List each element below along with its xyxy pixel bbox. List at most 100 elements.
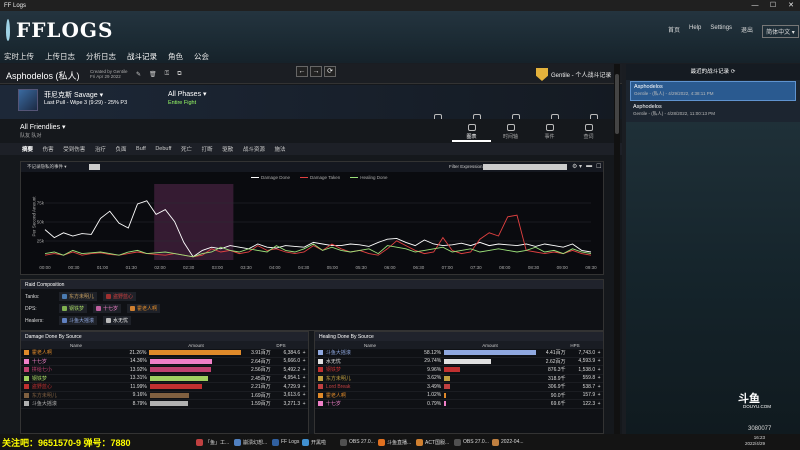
table-row[interactable]: 东方未明儿 9.16% 1.69百万 3,613.6 +	[21, 392, 308, 400]
settings-gear-icon[interactable]: ⚙ ▾	[572, 163, 582, 170]
prev-fight-button[interactable]: ←	[296, 66, 308, 77]
table-row[interactable]: 十七岁 0.79% 69.6千 122.3 +	[315, 400, 603, 409]
percent: 13.92%	[129, 366, 147, 373]
table-row[interactable]: 东方未明儿 3.62% 318.9千 559.8 +	[315, 375, 603, 383]
subnav-debuffs-neg[interactable]: 负面	[115, 145, 126, 153]
taskbar-app[interactable]: FF Logs	[270, 436, 301, 448]
table-row[interactable]: 钢铁梦 13.31% 2.45百万 4,954.1 +	[21, 375, 308, 383]
amount-bar-track	[147, 392, 241, 398]
col-dps[interactable]: DPS	[261, 343, 301, 348]
close-button[interactable]: ✕	[782, 0, 800, 11]
dps-row: DPS: 钢铁梦 十七岁 霍老人啊	[25, 304, 162, 313]
tab-events[interactable]: 事件	[530, 121, 569, 142]
lock-icon[interactable]: ⚿	[165, 71, 170, 78]
taskbar-app[interactable]: 开黑啦	[300, 436, 328, 448]
col-name[interactable]: Name	[315, 343, 425, 348]
table-row[interactable]: 水无忧 29.74% 2.62百万 4,593.9 +	[315, 358, 603, 366]
table-row[interactable]: Lord Break 3.49% 306.9千 538.7 +	[315, 383, 603, 392]
delete-icon[interactable]: 🗑	[149, 71, 157, 78]
table-row[interactable]: 钢铁梦 9.96% 876.3千 1,538.0 +	[315, 366, 603, 375]
taskbar-app[interactable]: 斗鱼直播...	[376, 436, 413, 448]
event-filter-select[interactable]: 不记录隐私的事件 ▾	[27, 164, 67, 170]
subnav-resources[interactable]: 战斗资源	[243, 145, 265, 153]
filter-expression-input[interactable]	[483, 164, 567, 170]
recent-report-item[interactable]: Asphodelos Gentile - (私人) - 4/28/2022, 1…	[630, 102, 796, 122]
phase-select[interactable]: All Phases ▾	[168, 90, 207, 98]
fflogs-logo[interactable]: FFLOGS	[6, 16, 112, 44]
col-amount[interactable]: Amount	[425, 343, 555, 348]
nav-upload[interactable]: 上传日志	[45, 51, 75, 62]
next-fight-button[interactable]: →	[310, 66, 322, 77]
player-chip[interactable]: 水无忧	[103, 316, 132, 325]
maximize-button[interactable]: ☐	[764, 0, 782, 11]
taskbar-app[interactable]: OBS 27.0...	[338, 436, 377, 448]
taskbar-app[interactable]: 2022-04...	[490, 436, 526, 448]
amount: 2.45百万	[250, 375, 271, 382]
link-home[interactable]: 首页	[668, 25, 680, 38]
subnav-deaths[interactable]: 死亡	[181, 145, 192, 153]
expand-icon: +	[597, 358, 601, 365]
phase-sub: Entire Fight	[168, 100, 197, 106]
link-help[interactable]: Help	[689, 25, 701, 38]
link-logout[interactable]: 退出	[741, 25, 753, 38]
player-chip[interactable]: 钢铁梦	[59, 304, 88, 313]
subnav-dispels[interactable]: 驱散	[222, 145, 233, 153]
line-chart[interactable]: 75k 50k 25k 00:00 00:30 01:00 01:30 02:00 02:30 0…	[35, 180, 601, 274]
player-chip[interactable]: 盗野蓝心	[103, 292, 137, 301]
scrollbar-thumb[interactable]	[615, 74, 619, 134]
edit-icon[interactable]: ✎	[136, 71, 141, 78]
taskbar-app[interactable]: 「鱼」工...	[194, 436, 231, 448]
subnav-interrupts[interactable]: 打断	[202, 145, 213, 153]
guild-link[interactable]: Gentile - 个人战斗记录	[536, 68, 611, 81]
taskbar-app[interactable]: OBS 27.0...	[452, 436, 491, 448]
col-amount[interactable]: Amount	[131, 343, 261, 348]
nav-guilds[interactable]: 公会	[194, 51, 209, 62]
series-line[interactable]	[44, 243, 592, 258]
subnav-damage-taken[interactable]: 受到伤害	[63, 145, 85, 153]
copy-icon[interactable]: ⧉	[177, 71, 181, 78]
table-row[interactable]: 十七岁 14.36% 2.64百万 5,666.0 +	[21, 358, 308, 366]
tab-label: 事件	[544, 134, 555, 140]
fight-select[interactable]: 菲尼克斯 Savage ▾	[44, 90, 103, 100]
player-chip[interactable]: 霍老人啊	[127, 304, 161, 313]
subnav-summary[interactable]: 摘要	[22, 145, 33, 153]
table-row[interactable]: 霍老人啊 21.26% 3.91百万 6,384.6 +	[21, 349, 308, 358]
col-hps[interactable]: HPS	[555, 343, 595, 348]
link-settings[interactable]: Settings	[710, 25, 732, 38]
table-row[interactable]: 拼给七小 13.92% 2.56百万 5,492.2 +	[21, 366, 308, 375]
app-icon	[378, 438, 385, 446]
app-icon	[454, 438, 461, 446]
nav-live[interactable]: 实时上传	[4, 51, 34, 62]
subnav-casts[interactable]: 施法	[274, 145, 285, 153]
expand-chart-icon[interactable]: ☐	[596, 163, 601, 170]
nav-characters[interactable]: 角色	[168, 51, 183, 62]
player-chip[interactable]: 东方未明儿	[59, 292, 98, 301]
amount: 876.3千	[548, 367, 566, 374]
minimize-chart-icon[interactable]: ▬	[586, 163, 592, 170]
subnav-healing[interactable]: 治疗	[95, 145, 106, 153]
table-row[interactable]: 斗鱼大摇滚 58.12% 4.41百万 7,743.0 +	[315, 349, 603, 358]
table-row[interactable]: 霍老人啊 1.02% 90.0千 157.9 +	[315, 392, 603, 400]
nav-reports[interactable]: 战斗记录	[127, 51, 157, 62]
subnav-damage[interactable]: 伤害	[43, 145, 54, 153]
filter-toggle[interactable]	[89, 164, 100, 170]
player-chip[interactable]: 斗鱼大摇滚	[59, 316, 98, 325]
nav-analyze[interactable]: 分析日志	[86, 51, 116, 62]
taskbar-app[interactable]: 崩溃幻想...	[232, 436, 269, 448]
tab-query[interactable]: 查词	[569, 121, 608, 142]
recent-report-item[interactable]: Asphodelos Gentile - (私人) - 4/29/2022, 4…	[630, 81, 796, 101]
subnav-debuffs[interactable]: Debuff	[155, 146, 171, 152]
minimize-button[interactable]: —	[746, 0, 764, 11]
table-row[interactable]: 盗野蓝心 11.99% 2.21百万 4,729.9 +	[21, 383, 308, 392]
page-scrollbar[interactable]	[614, 64, 620, 434]
player-chip[interactable]: 十七岁	[93, 304, 122, 313]
table-row[interactable]: 斗鱼大摇滚 8.79% 1.59百万 3,271.3 +	[21, 400, 308, 409]
tab-table[interactable]: 图表	[452, 121, 491, 142]
taskbar-app[interactable]: ACT国服...	[414, 436, 451, 448]
tab-timeline[interactable]: 时间轴	[491, 121, 530, 142]
friendly-select[interactable]: All Friendlies ▾	[20, 123, 66, 131]
refresh-button[interactable]: ⟳	[324, 66, 336, 77]
col-name[interactable]: Name	[21, 343, 131, 348]
subnav-buffs[interactable]: Buff	[136, 146, 146, 152]
language-select[interactable]: 简体中文 ▾	[762, 25, 799, 38]
